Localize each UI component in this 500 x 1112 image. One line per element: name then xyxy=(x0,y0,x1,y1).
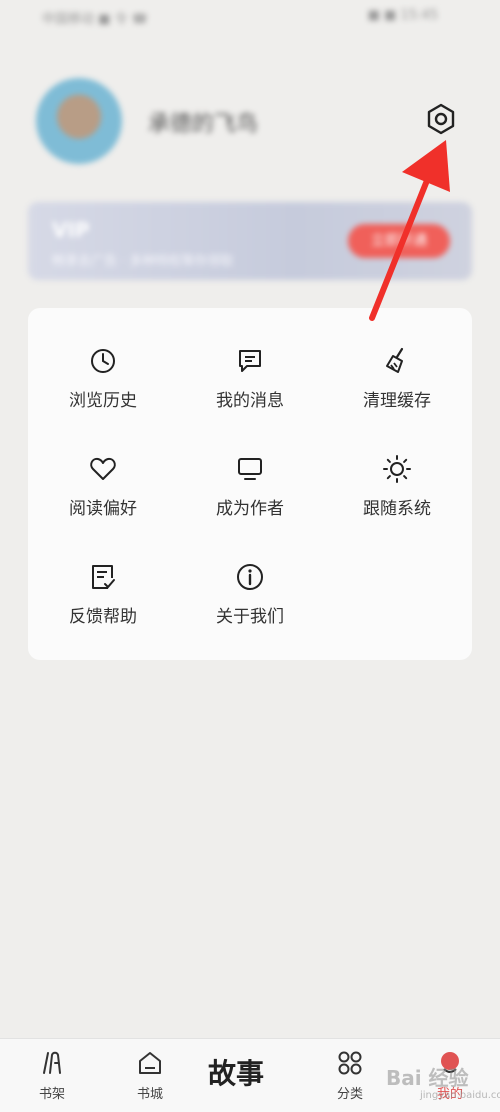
broom-icon xyxy=(386,347,404,373)
menu-label: 成为作者 xyxy=(216,499,284,519)
vip-title: VIP xyxy=(52,218,90,242)
message-icon xyxy=(239,350,261,372)
tab-category[interactable]: 分类 xyxy=(310,1039,390,1112)
menu-label: 我的消息 xyxy=(216,391,284,411)
vip-banner[interactable]: VIP 畅享去广告 · 多种特权等你领取 立即开通 xyxy=(28,202,472,280)
menu-item-about[interactable]: 关于我们 xyxy=(175,562,325,642)
tab-bookshelf[interactable]: 书架 xyxy=(12,1039,92,1112)
menu-label: 清理缓存 xyxy=(363,391,431,411)
menu-item-reading-preference[interactable]: 阅读偏好 xyxy=(28,454,178,534)
watermark-url: jingyan.baidu.com xyxy=(420,1090,500,1101)
vip-subtitle: 畅享去广告 · 多种特权等你领取 xyxy=(52,254,234,269)
monitor-icon xyxy=(238,458,262,480)
status-bar: 中国移动 ■ 令 ☎ ■ ■ 15:45 xyxy=(0,0,500,36)
menu-item-feedback[interactable]: 反馈帮助 xyxy=(28,562,178,642)
username[interactable]: 承德的飞鸟 xyxy=(148,106,258,138)
store-icon xyxy=(139,1052,161,1074)
menu-item-become-author[interactable]: 成为作者 xyxy=(175,454,325,534)
sun-icon xyxy=(383,455,411,483)
info-icon xyxy=(237,564,263,590)
bookshelf-icon xyxy=(43,1051,61,1074)
settings-gear-icon[interactable] xyxy=(424,102,458,136)
menu-item-messages[interactable]: 我的消息 xyxy=(175,346,325,426)
vip-open-button[interactable]: 立即开通 xyxy=(348,224,450,258)
tab-label: 分类 xyxy=(336,1087,363,1102)
menu-item-clear-cache[interactable]: 清理缓存 xyxy=(322,346,472,426)
battery-time: ■ ■ 15:45 xyxy=(367,8,438,23)
tab-store[interactable]: 书城 xyxy=(110,1039,190,1112)
tab-label: 书架 xyxy=(38,1087,65,1102)
clock-icon xyxy=(91,349,115,373)
menu-item-follow-system[interactable]: 跟随系统 xyxy=(322,454,472,534)
tab-label: 书城 xyxy=(136,1087,163,1102)
menu-label: 关于我们 xyxy=(216,607,284,627)
menu-item-history[interactable]: 浏览历史 xyxy=(28,346,178,426)
avatar[interactable] xyxy=(36,78,122,164)
heart-icon xyxy=(90,457,116,480)
carrier-info: 中国移动 ■ 令 ☎ xyxy=(42,12,148,27)
menu-label: 阅读偏好 xyxy=(69,499,137,519)
app-logo[interactable]: 故事 xyxy=(208,1052,264,1092)
feedback-icon xyxy=(92,565,115,589)
menu-label: 反馈帮助 xyxy=(69,607,137,627)
menu-label: 浏览历史 xyxy=(69,391,137,411)
menu-card: 浏览历史 我的消息 清理缓存 阅读偏好 成为作者 跟随系统 反馈帮助 关于我们 xyxy=(28,308,472,660)
watermark: Bai 经验 xyxy=(386,1066,469,1090)
category-icon xyxy=(338,1051,362,1075)
menu-label: 跟随系统 xyxy=(363,499,431,519)
